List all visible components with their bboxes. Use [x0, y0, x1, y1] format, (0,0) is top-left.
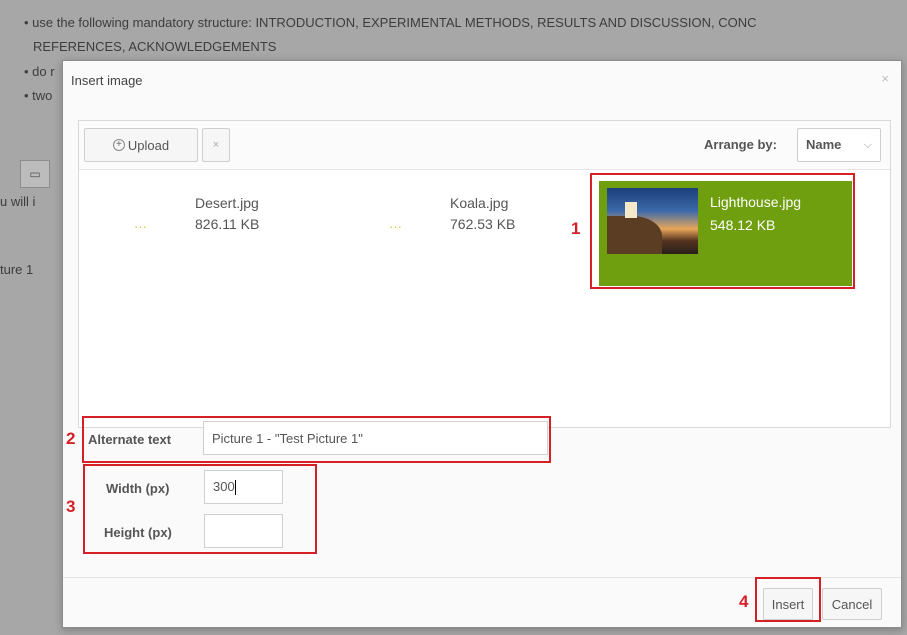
dialog-title: Insert image — [71, 73, 143, 88]
annotation-number-2: 2 — [66, 429, 76, 448]
file-size: 762.53 KB — [450, 216, 516, 232]
plus-circle-icon: + — [112, 139, 125, 151]
thumbnail-loading-icon: ··· — [134, 219, 147, 234]
bg-body-text: ture 1 — [0, 262, 34, 277]
file-item-koala[interactable]: ··· Koala.jpg 762.53 KB — [344, 176, 574, 296]
file-name: Koala.jpg — [450, 195, 509, 211]
annotation-box-1 — [590, 173, 855, 289]
annotation-number-3: 3 — [66, 497, 76, 516]
bg-instruction-line: • two — [24, 88, 53, 103]
arrange-by-value: Name — [806, 137, 842, 152]
arrange-by-select[interactable]: Name ⌵ — [797, 128, 881, 162]
remove-file-button[interactable]: × — [202, 128, 230, 162]
bg-instruction-line: REFERENCES, ACKNOWLEDGEMENTS — [33, 39, 277, 54]
file-item-desert[interactable]: ··· Desert.jpg 826.11 KB — [89, 176, 319, 296]
bg-instruction-line: • do r — [24, 64, 55, 79]
upload-label: Upload — [127, 137, 170, 153]
file-size: 826.11 KB — [195, 216, 260, 232]
close-icon[interactable]: × — [881, 71, 889, 86]
file-name: Desert.jpg — [195, 195, 259, 211]
bg-image-tool-icon: ▭ — [20, 160, 50, 188]
cancel-button[interactable]: Cancel — [822, 588, 882, 620]
annotation-box-4 — [755, 577, 821, 622]
bg-instruction-line: • use the following mandatory structure:… — [24, 15, 757, 30]
bg-body-text: u will i — [0, 194, 36, 209]
arrange-by-label: Arrange by: — [704, 137, 777, 152]
annotation-box-2 — [82, 416, 551, 463]
thumbnail-loading-icon: ··· — [389, 219, 402, 234]
annotation-number-1: 1 — [571, 219, 581, 238]
annotation-number-4: 4 — [739, 592, 749, 611]
upload-button[interactable]: + Upload — [84, 128, 198, 162]
file-browser-toolbar: + Upload × Arrange by: Name ⌵ — [79, 121, 890, 170]
annotation-box-3 — [83, 464, 317, 554]
chevron-down-icon: ⌵ — [863, 139, 872, 151]
